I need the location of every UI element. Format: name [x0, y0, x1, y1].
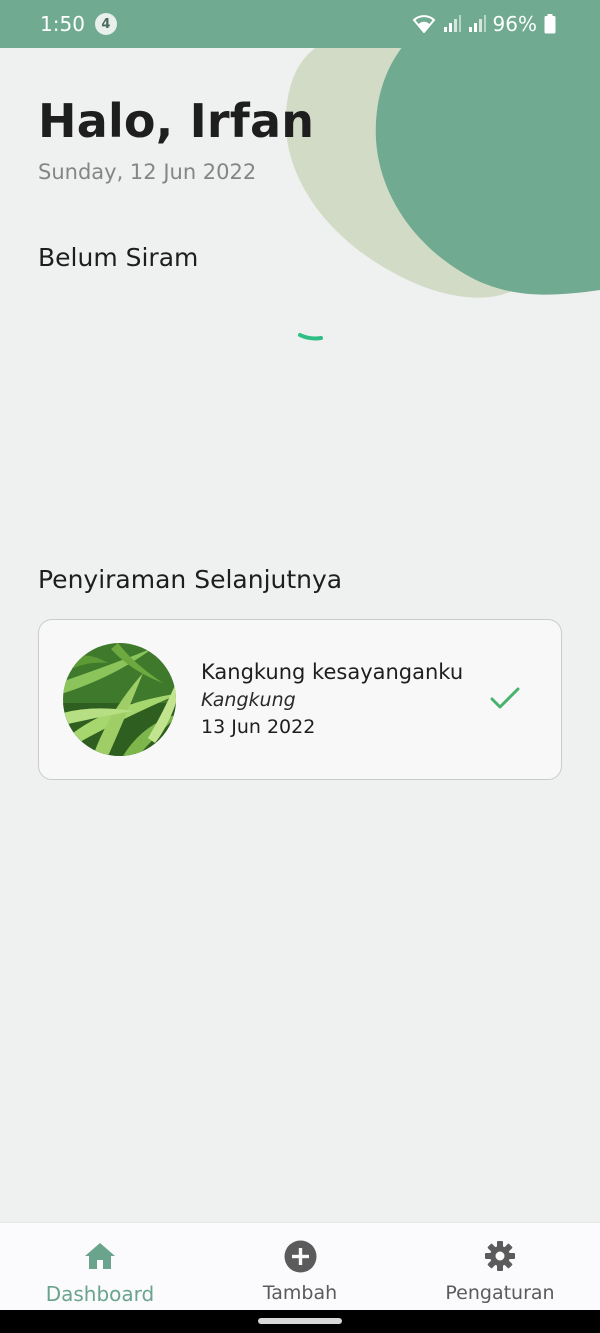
wifi-icon — [412, 15, 436, 33]
next-watering-date: 13 Jun 2022 — [201, 716, 316, 738]
nav-item-pengaturan[interactable]: Pengaturan — [400, 1223, 600, 1310]
nav-item-tambah[interactable]: Tambah — [200, 1223, 400, 1310]
bottom-navigation: Dashboard Tambah Pengaturan — [0, 1222, 600, 1310]
plant-species: Kangkung — [201, 689, 296, 711]
battery-icon — [544, 14, 556, 34]
signal-icon — [443, 15, 461, 33]
plant-name: Kangkung kesayanganku — [201, 660, 464, 684]
battery-percent: 96% — [492, 12, 537, 36]
plant-photo — [63, 643, 176, 756]
add-circle-icon — [284, 1240, 316, 1272]
nav-label-dashboard: Dashboard — [45, 1282, 155, 1306]
check-icon — [490, 687, 520, 709]
clock: 1:50 — [40, 12, 85, 36]
home-icon — [85, 1243, 115, 1269]
nav-label-tambah: Tambah — [262, 1282, 338, 1304]
section-title-belum-siram: Belum Siram — [38, 243, 199, 272]
mark-watered-button[interactable] — [485, 682, 525, 716]
gear-icon — [485, 1241, 515, 1271]
notification-count-badge: 4 — [94, 13, 117, 35]
section-title-penyiraman-selanjutnya: Penyiraman Selanjutnya — [38, 565, 343, 594]
greeting-title: Halo, Irfan — [38, 94, 315, 148]
status-bar: 1:50 4 96% — [0, 0, 600, 48]
current-date: Sunday, 12 Jun 2022 — [38, 160, 257, 184]
system-gesture-bar — [0, 1310, 600, 1333]
signal-icon-2 — [468, 15, 486, 33]
home-gesture-handle[interactable] — [258, 1318, 342, 1324]
nav-label-pengaturan: Pengaturan — [445, 1282, 555, 1304]
nav-item-dashboard[interactable]: Dashboard — [0, 1223, 200, 1310]
plant-card[interactable]: Kangkung kesayanganku Kangkung 13 Jun 20… — [38, 619, 562, 780]
loading-spinner — [298, 333, 323, 341]
